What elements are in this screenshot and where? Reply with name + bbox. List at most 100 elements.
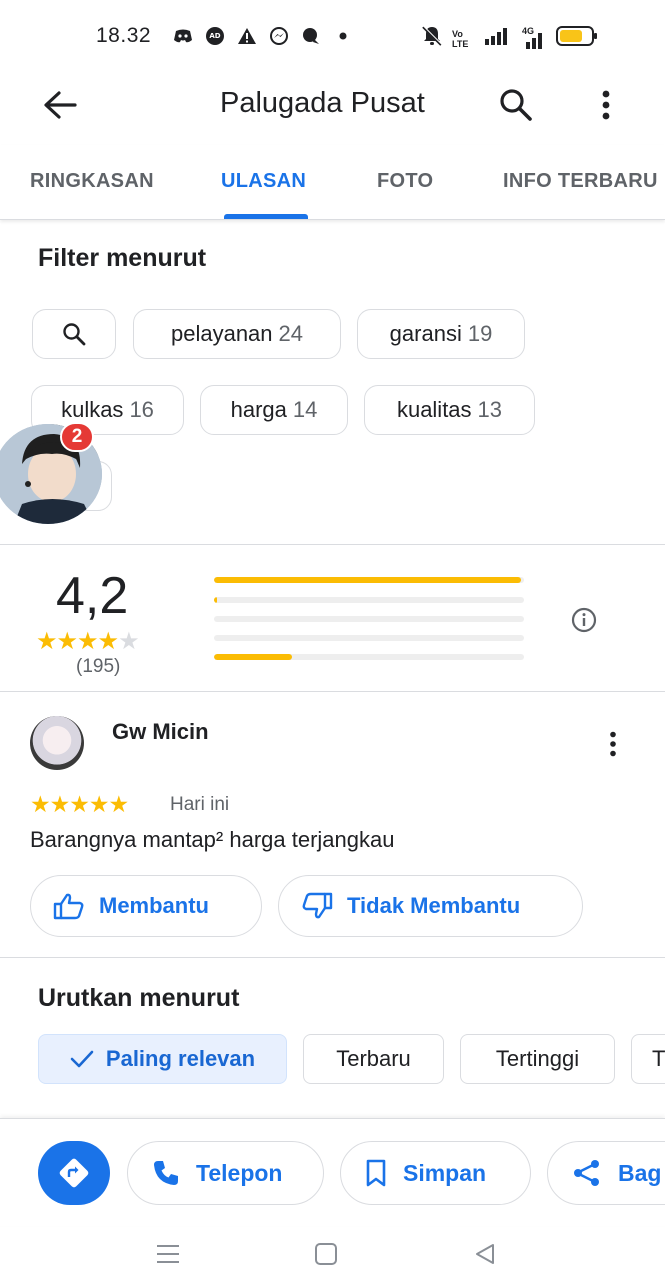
thumb-down-icon <box>301 892 333 920</box>
chip-label: harga <box>230 397 287 422</box>
star-icon: ★ <box>97 628 119 655</box>
search-icon <box>63 323 86 346</box>
star-icon: ★ <box>56 628 78 655</box>
chat-bubble-icon <box>300 26 322 46</box>
more-vert-icon <box>610 731 616 757</box>
bookmark-icon <box>365 1159 387 1187</box>
sort-chip-paling-relevan[interactable]: Paling relevan <box>38 1034 287 1084</box>
share-button[interactable]: Bag <box>547 1141 665 1205</box>
back-nav-button[interactable] <box>465 1234 505 1274</box>
tab-bar: RINGKASAN ULASAN FOTO INFO TERBARU <box>0 145 665 220</box>
action-bar: Telepon Simpan Bag <box>0 1118 665 1226</box>
active-tab-indicator <box>224 214 308 219</box>
search-icon <box>500 89 532 121</box>
more-vert-icon <box>602 90 610 120</box>
rating-info-button[interactable] <box>570 606 598 634</box>
rating-bar-1 <box>214 654 524 660</box>
star-empty-icon: ★ <box>118 628 139 655</box>
not-helpful-button[interactable]: Tidak Membantu <box>278 875 583 937</box>
sort-title: Urutkan menurut <box>38 984 240 1012</box>
chip-count: 14 <box>292 397 318 422</box>
filter-chip-pelayanan[interactable]: pelayanan 24 <box>133 309 341 359</box>
svg-text:AD: AD <box>209 32 220 40</box>
directions-icon <box>59 1158 89 1188</box>
sort-chip-terbaru[interactable]: Terbaru <box>303 1034 444 1084</box>
star-icon: ★ <box>69 791 90 817</box>
rating-bar-fill <box>214 597 218 603</box>
status-time: 18.32 <box>96 24 152 47</box>
mute-icon <box>420 24 444 53</box>
sort-chip-terendah[interactable]: T <box>631 1034 665 1084</box>
chip-label: pelayanan <box>170 321 273 346</box>
chip-label: kulkas <box>61 397 124 422</box>
divider <box>0 544 665 545</box>
save-button[interactable]: Simpan <box>340 1141 531 1205</box>
save-label: Simpan <box>403 1159 487 1186</box>
filter-chip-garansi[interactable]: garansi 19 <box>357 309 525 359</box>
sort-chip-tertinggi[interactable]: Tertinggi <box>460 1034 615 1084</box>
chip-count: 19 <box>467 321 493 346</box>
thumb-up-icon <box>53 892 85 920</box>
rating-value: 4,2 <box>56 567 129 625</box>
chip-label: kualitas <box>396 397 472 422</box>
call-label: Telepon <box>196 1159 283 1186</box>
share-label: Bag <box>618 1159 662 1186</box>
volte-icon: Vo LTE <box>452 28 469 49</box>
tab-info-terbaru[interactable]: INFO TERBARU <box>503 170 658 193</box>
notification-badge: 2 <box>60 422 94 452</box>
review-text: Barangnya mantap² harga terjangkau <box>30 827 395 852</box>
app-header: Palugada Pusat <box>0 70 665 140</box>
warning-icon <box>236 26 258 46</box>
dot-icon <box>332 26 354 46</box>
star-icon: ★ <box>49 791 71 817</box>
share-icon <box>572 1158 602 1188</box>
sort-label: Paling relevan <box>105 1046 256 1071</box>
sort-label: T <box>652 1046 665 1071</box>
rating-bar-3 <box>214 616 524 622</box>
status-bar: 18.32 AD Vo LTE 4G <box>0 0 665 70</box>
back-button[interactable] <box>38 85 82 125</box>
chip-count: 16 <box>129 397 154 422</box>
reviewer-avatar[interactable] <box>30 716 84 770</box>
star-icon: ★ <box>108 791 130 817</box>
rating-bar-4 <box>214 597 524 603</box>
home-button[interactable] <box>306 1234 346 1274</box>
star-icon: ★ <box>77 628 98 655</box>
chip-count: 24 <box>278 321 304 346</box>
tab-ringkasan[interactable]: RINGKASAN <box>30 170 154 193</box>
rating-count: (195) <box>76 656 121 677</box>
divider <box>0 957 665 958</box>
more-options-button[interactable] <box>586 83 626 127</box>
menu-icon <box>157 1245 179 1263</box>
tab-foto[interactable]: FOTO <box>377 170 433 193</box>
square-icon <box>315 1243 337 1265</box>
not-helpful-label: Tidak Membantu <box>347 893 521 918</box>
review-time: Hari ini <box>170 794 230 815</box>
notification-icons: AD <box>172 26 354 46</box>
filter-chip-kualitas[interactable]: kualitas 13 <box>364 385 535 435</box>
star-icon: ★ <box>88 791 110 817</box>
ad-icon: AD <box>204 26 226 46</box>
rating-bar-fill <box>214 577 521 583</box>
helpful-button[interactable]: Membantu <box>30 875 262 937</box>
call-button[interactable]: Telepon <box>127 1141 324 1205</box>
discord-icon <box>172 26 194 46</box>
chip-count: 13 <box>477 397 503 422</box>
tab-ulasan[interactable]: ULASAN <box>221 170 306 193</box>
system-icons: Vo LTE 4G <box>420 24 598 53</box>
search-button[interactable] <box>494 83 538 127</box>
directions-button[interactable] <box>38 1141 110 1205</box>
4g-signal-icon: 4G <box>518 26 548 50</box>
filter-search-chip[interactable] <box>32 309 116 359</box>
rating-bar-fill <box>214 654 292 660</box>
review-stars: ★★★★★ <box>30 791 130 818</box>
info-icon <box>571 607 597 633</box>
rating-bar-5 <box>214 577 524 583</box>
review-more-button[interactable] <box>596 726 630 762</box>
phone-icon <box>152 1159 180 1187</box>
filter-chip-harga[interactable]: harga 14 <box>200 385 348 435</box>
recents-button[interactable] <box>148 1234 188 1274</box>
reviewer-name[interactable]: Gw Micin <box>112 719 209 745</box>
divider <box>0 691 665 692</box>
signal-icon <box>484 26 510 51</box>
